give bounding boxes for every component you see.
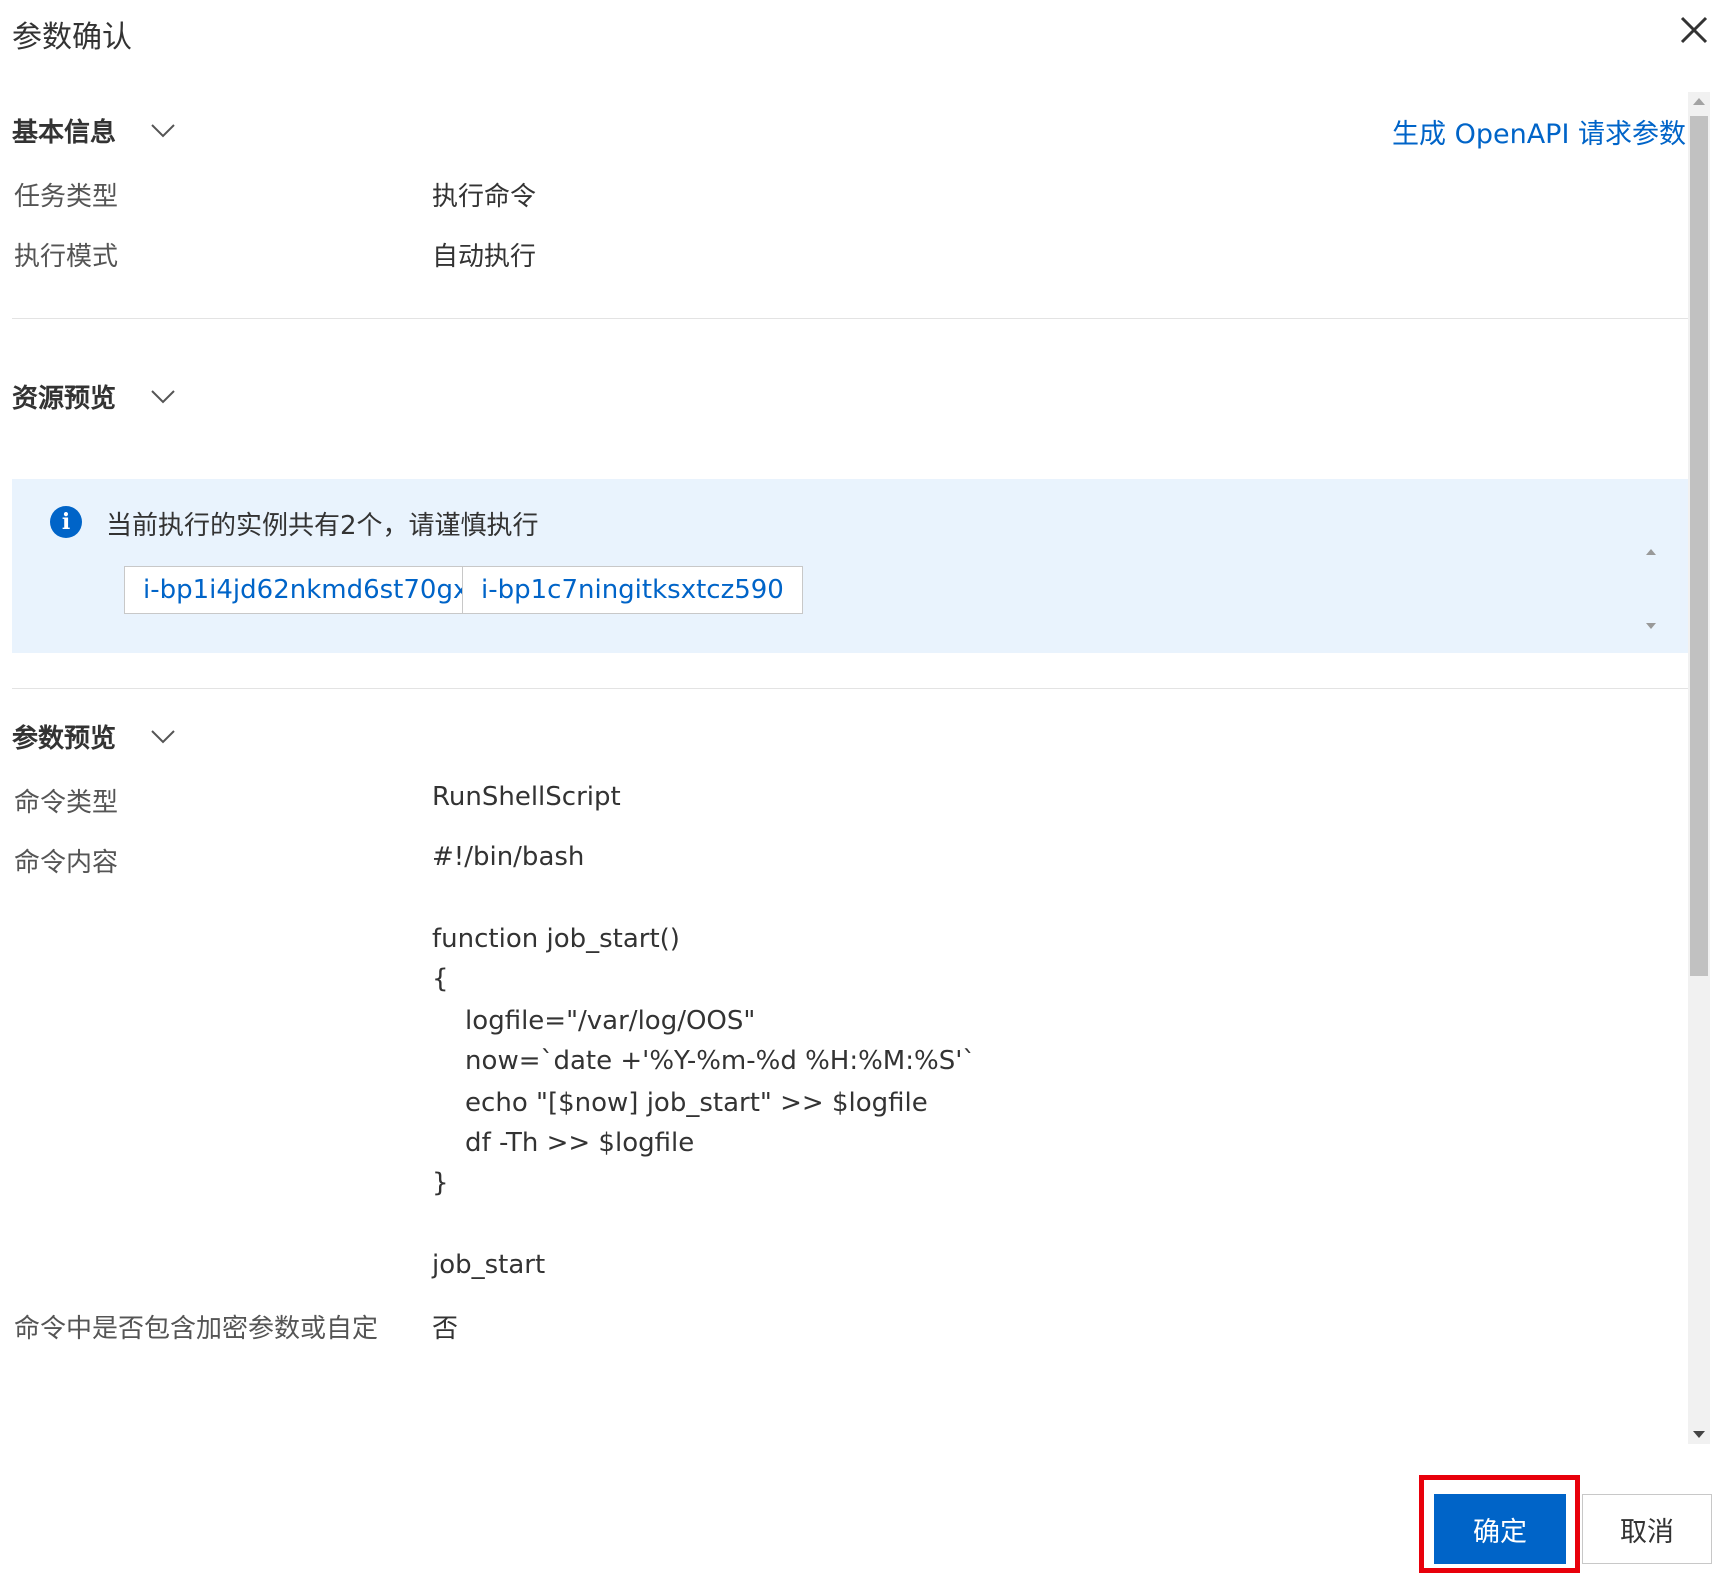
cancel-button[interactable]: 取消 bbox=[1582, 1494, 1712, 1564]
notice-message: 当前执行的实例共有2个，请谨慎执行 bbox=[106, 511, 539, 541]
code-line: } bbox=[432, 1168, 449, 1198]
code-line: job_start bbox=[432, 1250, 546, 1280]
code-line: { bbox=[432, 964, 449, 994]
dialog-title: 参数确认 bbox=[12, 20, 132, 55]
dialog-content: 基本信息 生成 OpenAPI 请求参数 任务类型 执行命令 执行模式 自动执行… bbox=[0, 92, 1710, 1444]
divider bbox=[12, 688, 1688, 689]
code-line: now=`date +'%Y-%m-%d %H:%M:%S'` bbox=[432, 1046, 976, 1076]
divider bbox=[12, 318, 1688, 319]
command-type-label: 命令类型 bbox=[14, 788, 119, 818]
close-icon[interactable] bbox=[1676, 12, 1712, 48]
section-basic-info: 基本信息 bbox=[12, 112, 176, 149]
code-line: echo "[$now] job_start" >> $logfile bbox=[432, 1088, 928, 1118]
section-title: 基本信息 bbox=[12, 118, 117, 148]
encrypted-param-value: 否 bbox=[432, 1314, 459, 1344]
generate-openapi-link[interactable]: 生成 OpenAPI 请求参数 bbox=[1392, 112, 1686, 151]
instance-tag[interactable]: i-bp1c7ningitksxtcz590 bbox=[462, 566, 803, 614]
instance-notice: i 当前执行的实例共有2个，请谨慎执行 i-bp1i4jd62nkmd6st70… bbox=[12, 479, 1688, 653]
scroll-down-icon[interactable] bbox=[1646, 623, 1656, 629]
chevron-down-icon[interactable] bbox=[150, 389, 176, 405]
chevron-down-icon[interactable] bbox=[150, 729, 176, 745]
section-title: 参数预览 bbox=[12, 724, 117, 754]
instance-tag[interactable]: i-bp1i4jd62nkmd6st70gx bbox=[124, 566, 488, 614]
notice-scrollbar[interactable] bbox=[1644, 547, 1658, 631]
code-line: #!/bin/bash bbox=[432, 842, 585, 872]
command-content-label: 命令内容 bbox=[14, 848, 119, 878]
code-line: logfile="/var/log/OOS" bbox=[432, 1006, 756, 1036]
section-title: 资源预览 bbox=[12, 384, 117, 414]
exec-mode-label: 执行模式 bbox=[14, 242, 119, 272]
chevron-down-icon[interactable] bbox=[150, 123, 176, 139]
code-line: function job_start() bbox=[432, 924, 680, 954]
dialog-scrollbar[interactable] bbox=[1688, 92, 1710, 1444]
scroll-up-icon[interactable] bbox=[1646, 549, 1656, 555]
section-param-preview: 参数预览 bbox=[12, 718, 176, 755]
confirm-button[interactable]: 确定 bbox=[1434, 1494, 1566, 1564]
scroll-down-icon[interactable] bbox=[1693, 1431, 1705, 1438]
exec-mode-value: 自动执行 bbox=[432, 242, 537, 272]
task-type-value: 执行命令 bbox=[432, 182, 537, 212]
info-icon: i bbox=[50, 506, 82, 538]
scrollbar-thumb[interactable] bbox=[1690, 116, 1708, 976]
code-line: df -Th >> $logfile bbox=[432, 1128, 695, 1158]
command-type-value: RunShellScript bbox=[432, 782, 621, 812]
section-resource-preview: 资源预览 bbox=[12, 378, 176, 415]
task-type-label: 任务类型 bbox=[14, 182, 119, 212]
scroll-up-icon[interactable] bbox=[1693, 98, 1705, 105]
encrypted-param-label: 命令中是否包含加密参数或自定 bbox=[14, 1314, 379, 1344]
